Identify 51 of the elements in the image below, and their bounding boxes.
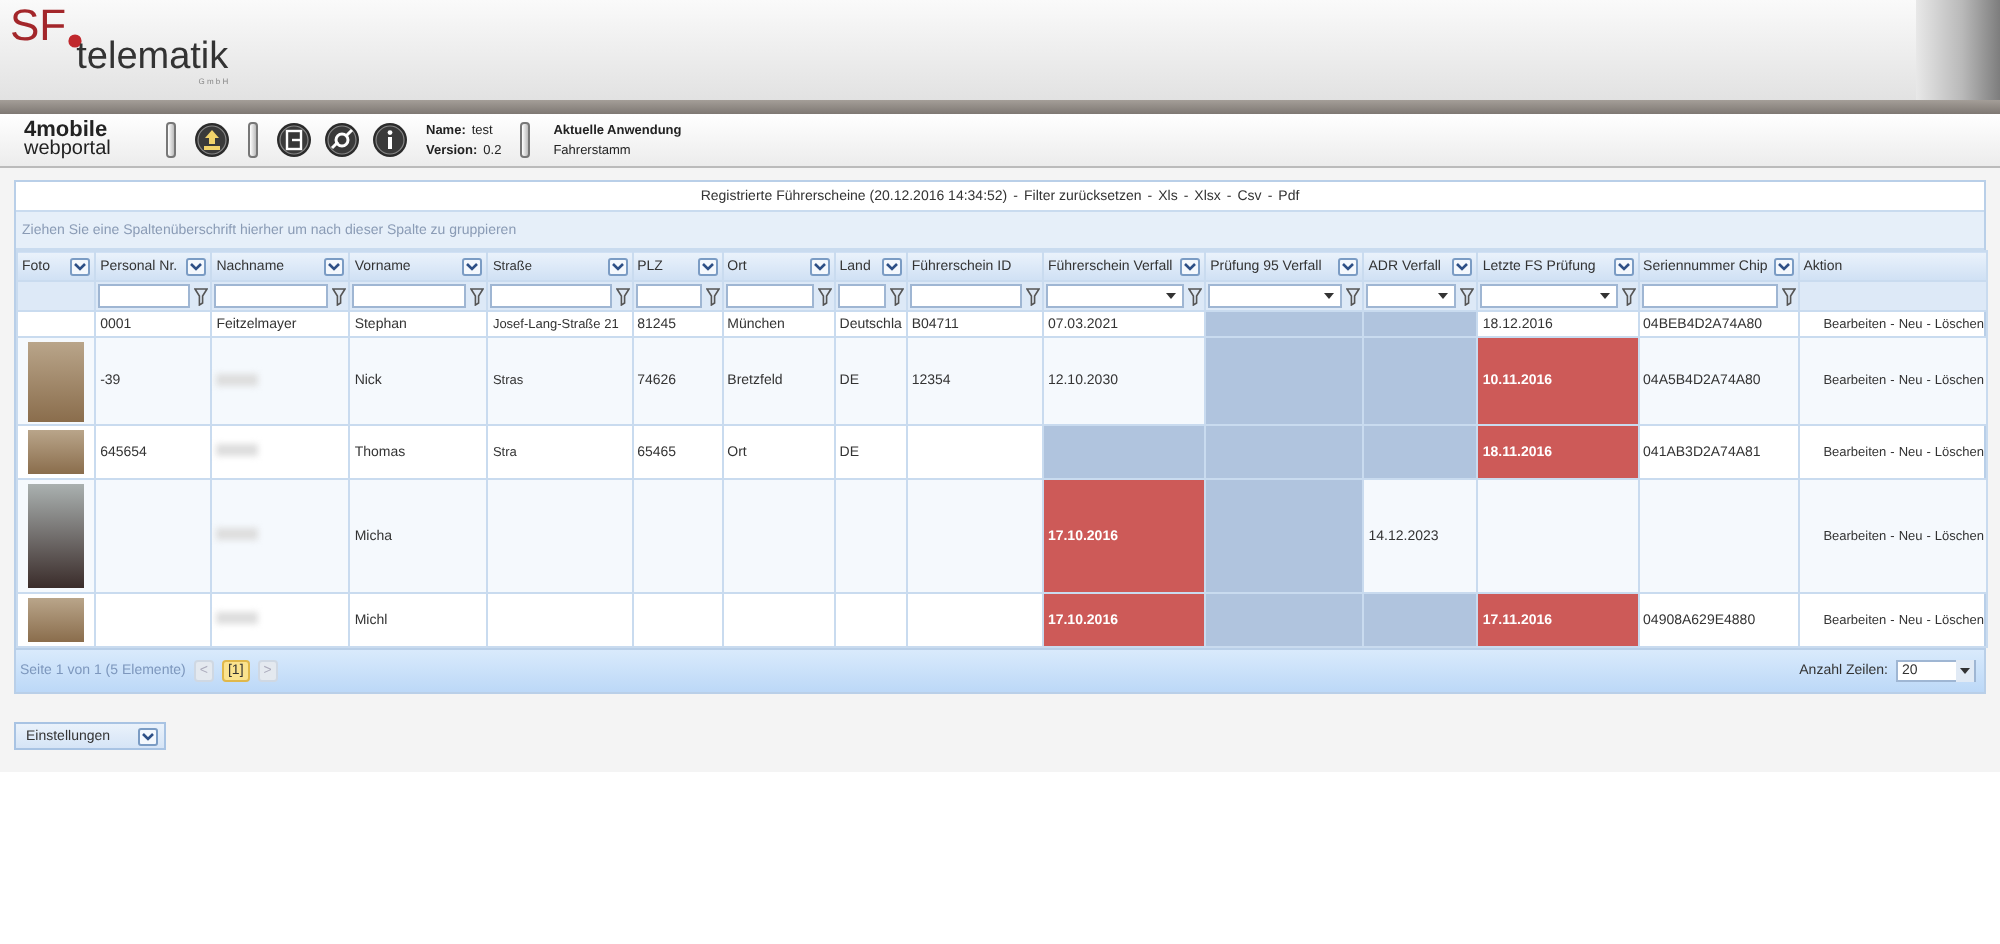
filter-field[interactable]	[1366, 284, 1457, 308]
filter-field[interactable]	[1045, 284, 1185, 308]
column-menu-icon[interactable]	[1180, 257, 1201, 275]
chevron-down-icon	[138, 727, 159, 745]
filter-field[interactable]	[837, 284, 886, 308]
photo-placeholder	[28, 484, 85, 588]
column-menu-icon[interactable]	[462, 257, 483, 275]
toolbar-separator	[248, 122, 258, 158]
column-menu-icon[interactable]	[1773, 257, 1794, 275]
column-menu-icon[interactable]	[697, 257, 718, 275]
dropdown-arrow-icon[interactable]	[1164, 290, 1179, 302]
blurred-text	[216, 444, 259, 456]
blurred-text	[216, 373, 259, 385]
toolbar-separator	[166, 122, 176, 158]
photo-placeholder	[28, 598, 85, 642]
photo-placeholder	[28, 341, 85, 421]
filter-field[interactable]	[490, 284, 612, 308]
filter-field[interactable]	[1480, 284, 1618, 308]
filter-field[interactable]	[725, 284, 814, 308]
column-menu-icon[interactable]	[70, 257, 91, 275]
tools-icon[interactable]	[324, 122, 360, 158]
filter-field[interactable]	[98, 284, 191, 308]
dropdown-arrow-icon[interactable]	[1322, 290, 1337, 302]
dropdown-arrow-icon[interactable]	[1436, 290, 1451, 302]
column-menu-icon[interactable]	[1613, 257, 1634, 275]
photo-placeholder	[1916, 0, 2000, 100]
logo-text: telematik	[76, 38, 229, 76]
column-menu-icon[interactable]	[607, 257, 628, 275]
dropdown-arrow-icon[interactable]	[1597, 290, 1612, 302]
blurred-text	[216, 528, 259, 540]
portal-name: 4mobile	[24, 120, 108, 140]
info-icon[interactable]	[372, 122, 408, 158]
column-menu-icon[interactable]	[1452, 257, 1473, 275]
filter-field[interactable]	[909, 284, 1022, 308]
filter-field[interactable]	[635, 284, 702, 308]
column-menu-icon[interactable]	[186, 257, 207, 275]
column-menu-icon[interactable]	[809, 257, 830, 275]
toolbar-separator	[519, 122, 530, 158]
upload-icon[interactable]	[194, 122, 230, 158]
column-menu-icon[interactable]	[324, 257, 345, 275]
blurred-text	[216, 612, 259, 624]
column-menu-icon[interactable]	[1338, 257, 1359, 275]
door-icon[interactable]	[276, 122, 312, 158]
filter-field[interactable]	[214, 284, 329, 308]
column-menu-icon[interactable]	[881, 257, 902, 275]
filter-field[interactable]	[352, 284, 467, 308]
filter-field[interactable]	[1208, 284, 1343, 308]
portal-name: webportal	[24, 140, 113, 160]
logo-text: SF	[10, 4, 67, 48]
filter-field[interactable]	[1641, 284, 1778, 308]
photo-placeholder	[28, 430, 85, 474]
